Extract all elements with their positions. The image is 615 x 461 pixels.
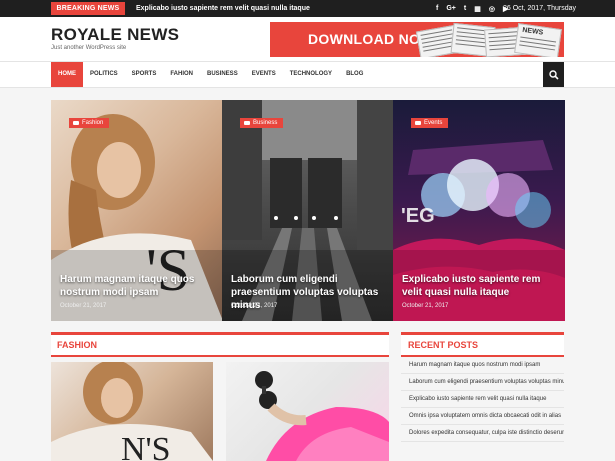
download-banner[interactable]: DOWNLOAD NOW NEWS [270, 22, 564, 57]
nav-item-fahion[interactable]: FAHION [163, 62, 200, 87]
hero-title[interactable]: Harum magnam itaque quos nostrum modi ip… [60, 273, 215, 299]
svg-text:'EG: 'EG [401, 205, 435, 227]
section-title[interactable]: FASHION [57, 335, 97, 355]
hero-date: October 21, 2017 [402, 303, 449, 309]
fashion-thumb-1[interactable]: N'S [51, 362, 213, 461]
category-tag[interactable]: Events [411, 118, 449, 128]
site-header: ROYALE NEWS Just another WordPress site … [0, 17, 615, 61]
sunglasses-photo [255, 371, 389, 461]
linkedin-icon[interactable]: ▦ [474, 5, 481, 13]
search-icon [548, 69, 559, 80]
recent-posts-list: Harum magnam itaque quos nostrum modi ip… [401, 357, 564, 442]
main-nav: HOME POLITICS SPORTS FAHION BUSINESS EVE… [0, 61, 615, 88]
breaking-news-label: BREAKING NEWS [51, 2, 125, 15]
nav-item-home[interactable]: HOME [51, 62, 83, 87]
facebook-icon[interactable]: f [436, 5, 438, 12]
recent-posts-title: RECENT POSTS [408, 340, 479, 350]
nav-item-blog[interactable]: BLOG [339, 62, 370, 87]
category-tag[interactable]: Business [240, 118, 284, 128]
top-bar: BREAKING NEWS Explicabo iusto sapiente r… [0, 0, 615, 17]
hero-post-fashion[interactable]: 'S Fashion Harum magnam itaque quos nost… [51, 100, 223, 321]
site-logo[interactable]: ROYALE NEWS [51, 25, 179, 45]
banner-text: DOWNLOAD NOW [308, 31, 434, 47]
category-tag[interactable]: Fashion [69, 118, 110, 128]
site-tagline: Just another WordPress site [51, 45, 127, 51]
nav-item-technology[interactable]: TECHNOLOGY [283, 62, 339, 87]
nav-item-politics[interactable]: POLITICS [83, 62, 125, 87]
hero-post-business[interactable]: Business Laborum cum eligendi praesentiu… [222, 100, 394, 321]
fashion-thumb-2[interactable] [226, 362, 389, 461]
svg-text:N'S: N'S [121, 431, 171, 461]
twitter-icon[interactable]: t [464, 5, 466, 12]
recent-post-link[interactable]: Dolores expedita consequatur, culpa iste… [401, 425, 564, 442]
top-date: 26 Oct, 2017, Thursday [503, 5, 577, 12]
instagram-icon[interactable]: ◎ [489, 5, 495, 13]
recent-posts-header: RECENT POSTS [401, 332, 564, 357]
fashion-section-header: FASHION [51, 332, 389, 357]
news-ticker[interactable]: Explicabo iusto sapiente rem velit quasi… [136, 0, 310, 17]
hero-post-events[interactable]: 'EG Events Explicabo iusto sapiente rem … [393, 100, 565, 321]
search-button[interactable] [543, 62, 564, 87]
nav-items: HOME POLITICS SPORTS FAHION BUSINESS EVE… [51, 62, 370, 87]
hero-date: October 21, 2017 [231, 303, 278, 309]
nav-item-business[interactable]: BUSINESS [200, 62, 245, 87]
social-links: f G+ t ▦ ◎ ▶ [436, 0, 508, 17]
recent-post-link[interactable]: Harum magnam itaque quos nostrum modi ip… [401, 357, 564, 374]
fashion-photo: N'S [51, 362, 213, 461]
nav-item-events[interactable]: EVENTS [245, 62, 283, 87]
hero-date: October 21, 2017 [60, 303, 107, 309]
recent-post-link[interactable]: Explicabo iusto sapiente rem velit quasi… [401, 391, 564, 408]
hero-title[interactable]: Explicabo iusto sapiente rem velit quasi… [402, 273, 557, 299]
nav-item-sports[interactable]: SPORTS [125, 62, 164, 87]
google-plus-icon[interactable]: G+ [446, 5, 456, 12]
newspaper-image: NEWS [514, 23, 562, 57]
recent-post-link[interactable]: Omnis ipsa voluptatem omnis dicta obcaec… [401, 408, 564, 425]
recent-post-link[interactable]: Laborum cum eligendi praesentium volupta… [401, 374, 564, 391]
